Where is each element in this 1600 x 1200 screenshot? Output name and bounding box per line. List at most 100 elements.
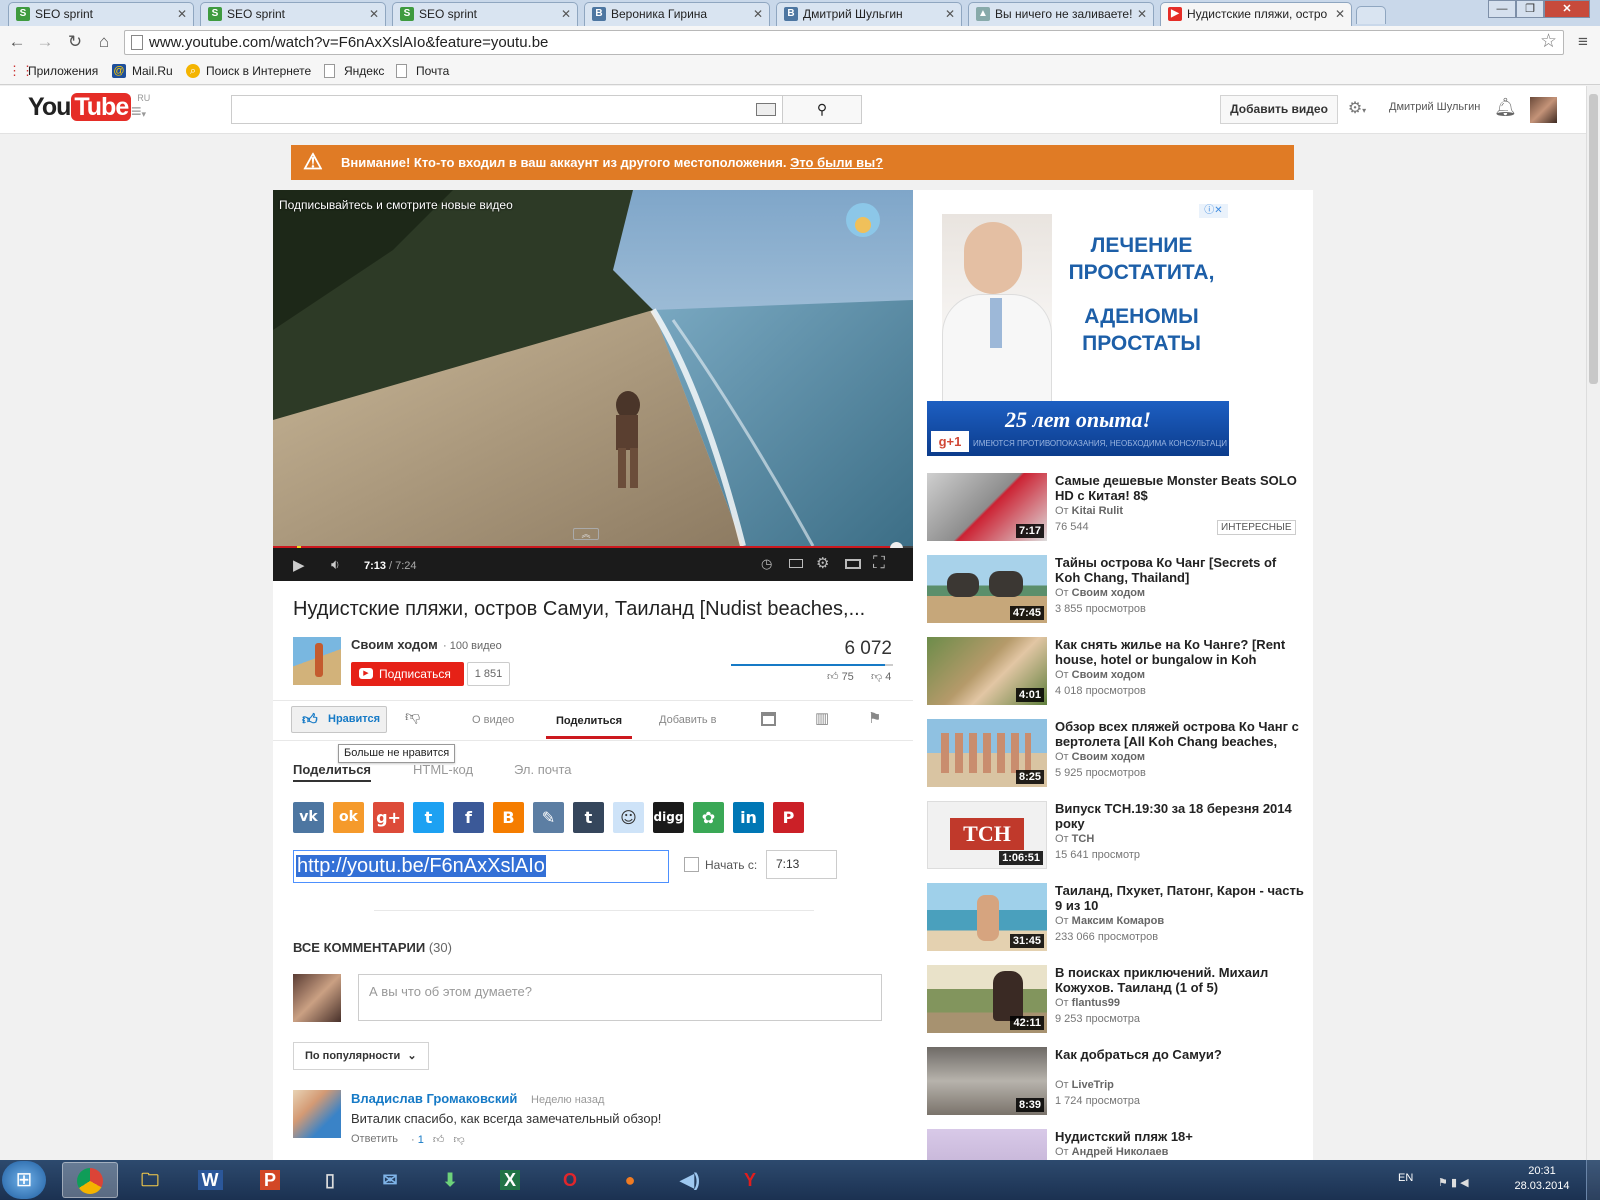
watch-later-clock-icon[interactable]: ◷ — [761, 556, 772, 572]
fullscreen-icon[interactable]: ⛶ — [873, 553, 885, 573]
taskbar-explorer[interactable]: 🗀︎ — [122, 1162, 178, 1198]
tab-add-to[interactable]: Добавить в — [659, 714, 717, 726]
bookmark-mail[interactable]: Почта — [396, 63, 449, 79]
settings-gear-icon[interactable]: ⚙▾ — [1339, 95, 1375, 124]
notifications-bell-icon[interactable]: 🔔︎ — [1494, 97, 1517, 118]
minimize-button[interactable]: — — [1488, 0, 1516, 18]
taskbar-volume[interactable]: ◀) — [662, 1162, 718, 1198]
maximize-button[interactable]: ❐ — [1516, 0, 1544, 18]
forward-arrow-icon[interactable]: → — [34, 31, 56, 53]
alert-link[interactable]: Это были вы? — [790, 155, 883, 170]
theater-mode-icon[interactable] — [845, 559, 861, 569]
comment-time[interactable]: Неделю назад — [531, 1094, 604, 1106]
show-desktop-button[interactable] — [1586, 1160, 1600, 1200]
account-name[interactable]: Дмитрий Шульгин — [1389, 101, 1480, 113]
taskbar-mail[interactable]: ✉ — [362, 1162, 418, 1198]
browser-tab-2[interactable]: S SEO sprint ✕ — [200, 2, 386, 26]
scrollbar-thumb[interactable] — [1589, 94, 1598, 384]
browser-tab-6[interactable]: ▲ Вы ничего не заливаете! ✕ — [968, 2, 1154, 26]
related-video-item[interactable]: Нудистский пляж 18+ От Андрей Николаев — [927, 1129, 1307, 1160]
related-video-item[interactable]: 7:17 Самые дешевые Monster Beats SOLO HD… — [927, 473, 1307, 543]
upload-button[interactable]: Добавить видео — [1220, 95, 1338, 124]
related-video-item[interactable]: 8:39 Как добраться до Самуи? От LiveTrip… — [927, 1047, 1307, 1117]
captions-icon[interactable] — [789, 559, 803, 568]
taskbar-powerpoint[interactable]: P — [242, 1162, 298, 1198]
taskbar-firefox[interactable]: ● — [602, 1162, 658, 1198]
menu-icon[interactable]: ≡ — [1572, 31, 1594, 53]
channel-avatar[interactable] — [293, 637, 341, 685]
bookmark-yandex[interactable]: Яндекс — [324, 63, 384, 79]
expand-up-icon[interactable]: ︽ — [573, 528, 599, 540]
home-icon[interactable]: ⌂ — [93, 31, 115, 53]
pinterest-share-icon[interactable]: P — [773, 802, 804, 833]
odnoklassniki-share-icon[interactable]: ok — [333, 802, 364, 833]
share-url-input[interactable]: http://youtu.be/F6nAxXslAIo — [293, 850, 669, 883]
start-button[interactable]: ⊞ — [2, 1161, 46, 1199]
tab-about[interactable]: О видео — [472, 714, 514, 726]
taskbar-excel[interactable]: X — [482, 1162, 538, 1198]
close-tab-icon[interactable]: ✕ — [1137, 3, 1147, 25]
taskbar-opera[interactable]: O — [542, 1162, 598, 1198]
google-plus-one-badge[interactable]: g+1 — [931, 431, 969, 452]
subtab-email[interactable]: Эл. почта — [514, 762, 572, 777]
digg-share-icon[interactable]: digg — [653, 802, 684, 833]
search-button[interactable]: ⚲ — [782, 95, 862, 124]
related-video-item[interactable]: 47:45 Тайны острова Ко Чанг [Secrets of … — [927, 555, 1307, 625]
close-tab-icon[interactable]: ✕ — [177, 3, 187, 25]
report-flag-icon[interactable]: ⚑ — [868, 709, 881, 727]
browser-tab-4[interactable]: B Вероника Гирина ✕ — [584, 2, 770, 26]
browser-tab-active[interactable]: ▶ Нудистские пляжи, остро ✕ — [1160, 2, 1352, 27]
taskbar-yandex[interactable]: Y — [722, 1162, 778, 1198]
related-video-item[interactable]: 31:45 Таиланд, Пхукет, Патонг, Карон - ч… — [927, 883, 1307, 953]
close-tab-icon[interactable]: ✕ — [945, 3, 955, 25]
channel-name[interactable]: Своим ходом — [351, 637, 438, 652]
reload-icon[interactable]: ↻ — [64, 31, 86, 53]
related-video-item[interactable]: ТСН 1:06:51 Випуск ТСН.19:30 за 18 берез… — [927, 801, 1307, 871]
close-tab-icon[interactable]: ✕ — [1335, 3, 1345, 25]
bookmark-search[interactable]: ⌕ Поиск в Интернете — [186, 63, 311, 79]
taskbar-word[interactable]: W — [182, 1162, 238, 1198]
subtab-embed[interactable]: HTML-код — [413, 762, 473, 777]
language-indicator[interactable]: EN — [1398, 1172, 1413, 1184]
browser-tab-3[interactable]: S SEO sprint ✕ — [392, 2, 578, 26]
comment-author-avatar[interactable] — [293, 1090, 341, 1138]
video-player[interactable]: Подписывайтесь и смотрите новые видео ︽ — [273, 190, 913, 546]
linkedin-share-icon[interactable]: in — [733, 802, 764, 833]
subtab-share[interactable]: Поделиться — [293, 762, 372, 782]
taskbar-chrome[interactable] — [62, 1162, 118, 1198]
browser-tab-1[interactable]: S SEO sprint ✕ — [8, 2, 194, 26]
browser-tab-5[interactable]: B Дмитрий Шульгин ✕ — [776, 2, 962, 26]
start-at-checkbox[interactable] — [684, 857, 699, 872]
reddit-share-icon[interactable]: ☺ — [613, 802, 644, 833]
tumblr-share-icon[interactable]: t — [573, 802, 604, 833]
clock[interactable]: 20:31 28.03.2014 — [1512, 1164, 1572, 1194]
bookmark-apps[interactable]: ⋮⋮ Приложения — [8, 63, 98, 79]
keyboard-icon[interactable] — [756, 103, 776, 116]
stumbleupon-share-icon[interactable]: ✿ — [693, 802, 724, 833]
address-bar[interactable]: www.youtube.com/watch?v=F6nAxXslAIo&feat… — [124, 30, 1564, 55]
close-tab-icon[interactable]: ✕ — [561, 3, 571, 25]
related-video-item[interactable]: 42:11 В поисках приключений. Михаил Кожу… — [927, 965, 1307, 1035]
statistics-icon[interactable]: ▥ — [815, 709, 829, 727]
sort-comments-dropdown[interactable]: По популярности ⌄ — [293, 1042, 429, 1070]
comment-reply-link[interactable]: Ответить — [351, 1133, 398, 1145]
like-button[interactable]: 👍︎ Нравится — [291, 706, 387, 733]
dislike-button[interactable]: 👎︎ — [405, 708, 420, 726]
vk-share-icon[interactable]: vk — [293, 802, 324, 833]
transcript-icon[interactable] — [761, 712, 776, 726]
close-window-button[interactable]: ✕ — [1544, 0, 1590, 18]
thumb-down-icon[interactable]: 👎︎ — [453, 1134, 464, 1146]
close-tab-icon[interactable]: ✕ — [753, 3, 763, 25]
comment-input[interactable]: А вы что об этом думаете? — [358, 974, 882, 1021]
guide-menu-icon[interactable]: ≡▾ — [131, 101, 146, 122]
related-video-item[interactable]: 8:25 Обзор всех пляжей острова Ко Чанг с… — [927, 719, 1307, 789]
page-scrollbar[interactable] — [1586, 86, 1600, 1160]
close-tab-icon[interactable]: ✕ — [369, 3, 379, 25]
related-video-item[interactable]: 4:01 Как снять жилье на Ко Чанге? [Rent … — [927, 637, 1307, 707]
facebook-share-icon[interactable]: f — [453, 802, 484, 833]
tab-share[interactable]: Поделиться — [546, 706, 632, 739]
play-icon[interactable]: ▶ — [293, 556, 305, 574]
subscribe-button[interactable]: ▶ Подписаться — [351, 662, 464, 686]
volume-icon[interactable]: 🔉︎ — [331, 556, 340, 573]
taskbar-download[interactable]: ⬇ — [422, 1162, 478, 1198]
